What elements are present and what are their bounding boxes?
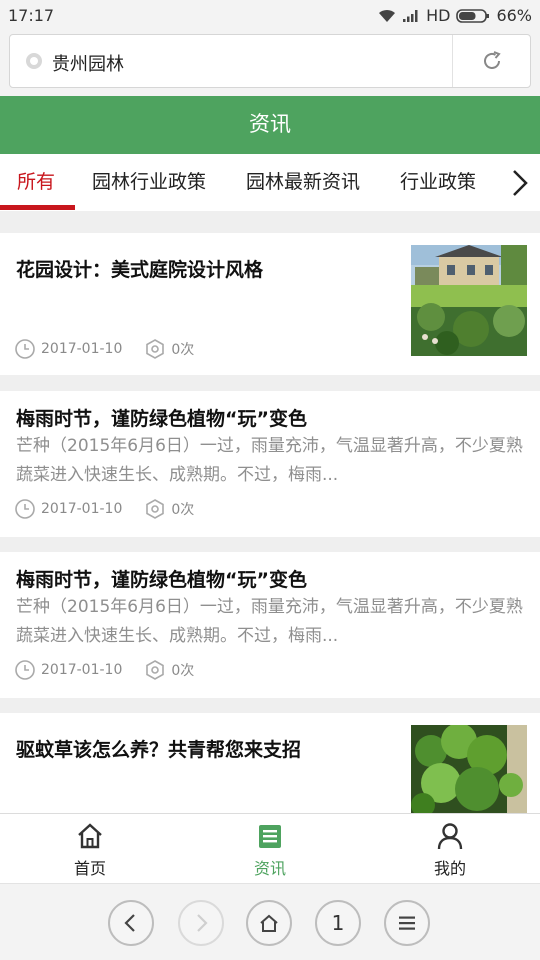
- nav-news[interactable]: 资讯: [180, 814, 360, 884]
- nav-home-label: 首页: [73, 859, 106, 878]
- article-card[interactable]: 梅雨时节，谨防绿色植物“玩”变色 芒种（2015年6月6日）一过，雨量充沛，气温…: [0, 391, 540, 537]
- address-text[interactable]: 贵州园林: [52, 50, 124, 76]
- article-views: 0次: [171, 502, 195, 518]
- back-button[interactable]: [108, 900, 154, 946]
- back-arrow-icon: [124, 914, 135, 932]
- garden-house-photo[interactable]: [411, 245, 527, 356]
- browser-home-icon: [260, 914, 278, 932]
- status-indicators: HD 66%: [378, 6, 532, 25]
- tab-policy[interactable]: 行业政策: [400, 154, 476, 211]
- network-label: HD: [426, 6, 451, 25]
- active-tab-indicator: [0, 205, 75, 210]
- site-dot-icon: [24, 51, 44, 71]
- article-meta: 2017-01-10 0次: [14, 498, 194, 520]
- bottom-nav: 首页 资讯 我的: [0, 813, 540, 883]
- article-meta: 2017-01-10 0次: [14, 659, 194, 681]
- article-title[interactable]: 驱蚊草该怎么养？共青帮您来支招: [16, 735, 301, 762]
- eye-icon: [144, 659, 166, 681]
- news-icon: [259, 825, 281, 848]
- eye-icon: [144, 498, 166, 520]
- forward-arrow-icon: [197, 914, 208, 932]
- tabs-button[interactable]: 1: [315, 900, 361, 946]
- browser-toolbar: 1: [0, 883, 540, 960]
- article-card[interactable]: 花园设计：美式庭院设计风格 2017-01-10 0次: [0, 233, 540, 375]
- page-header: 资讯: [0, 96, 540, 154]
- tab-count: 1: [331, 911, 345, 935]
- menu-button[interactable]: [384, 900, 430, 946]
- clock-icon: [14, 338, 36, 360]
- address-divider: [452, 35, 453, 87]
- status-time: 17:17: [8, 6, 55, 25]
- nav-mine[interactable]: 我的: [360, 814, 540, 884]
- tab-all[interactable]: 所有: [17, 154, 55, 211]
- address-bar-area: 贵州园林: [0, 30, 540, 96]
- plant-photo[interactable]: [411, 725, 527, 813]
- article-date: 2017-01-10: [41, 501, 123, 517]
- article-summary: 芒种（2015年6月6日）一过，雨量充沛，气温显著升高，不少夏熟蔬菜进入快速生长…: [16, 436, 523, 485]
- nav-news-label: 资讯: [253, 859, 286, 878]
- clock-icon: [14, 498, 36, 520]
- article-card[interactable]: 梅雨时节，谨防绿色植物“玩”变色 芒种（2015年6月6日）一过，雨量充沛，气温…: [0, 552, 540, 698]
- user-icon: [437, 823, 463, 850]
- tab-industry-policy[interactable]: 园林行业政策: [92, 154, 206, 211]
- clock-icon: [14, 659, 36, 681]
- nav-mine-label: 我的: [433, 859, 466, 878]
- menu-icon: [399, 916, 415, 930]
- article-views: 0次: [171, 663, 195, 679]
- battery-percent: 66%: [496, 6, 532, 25]
- tab-latest-news[interactable]: 园林最新资讯: [246, 154, 360, 211]
- article-summary: 芒种（2015年6月6日）一过，雨量充沛，气温显著升高，不少夏熟蔬菜进入快速生长…: [16, 597, 523, 646]
- browser-home-button[interactable]: [246, 900, 292, 946]
- home-icon: [78, 823, 102, 849]
- article-views: 0次: [171, 342, 195, 358]
- battery-icon: [456, 8, 490, 24]
- chevron-right-icon[interactable]: [506, 168, 534, 198]
- article-card[interactable]: 驱蚊草该怎么养？共青帮您来支招: [0, 713, 540, 813]
- signal-icon: [402, 9, 420, 23]
- article-title[interactable]: 花园设计：美式庭院设计风格: [16, 255, 263, 282]
- article-title[interactable]: 梅雨时节，谨防绿色植物“玩”变色: [16, 565, 307, 592]
- status-bar: 17:17 HD 66%: [0, 0, 540, 30]
- eye-icon: [144, 338, 166, 360]
- article-date: 2017-01-10: [41, 341, 123, 357]
- category-tabs: 所有 园林行业政策 园林最新资讯 行业政策: [0, 154, 540, 211]
- article-date: 2017-01-10: [41, 662, 123, 678]
- reload-icon[interactable]: [480, 49, 504, 73]
- wifi-icon: [378, 9, 396, 23]
- address-bar[interactable]: 贵州园林: [9, 34, 531, 88]
- nav-home[interactable]: 首页: [0, 814, 180, 884]
- article-title[interactable]: 梅雨时节，谨防绿色植物“玩”变色: [16, 404, 307, 431]
- forward-button[interactable]: [178, 900, 224, 946]
- page-title: 资讯: [249, 112, 291, 136]
- article-meta: 2017-01-10 0次: [14, 338, 194, 360]
